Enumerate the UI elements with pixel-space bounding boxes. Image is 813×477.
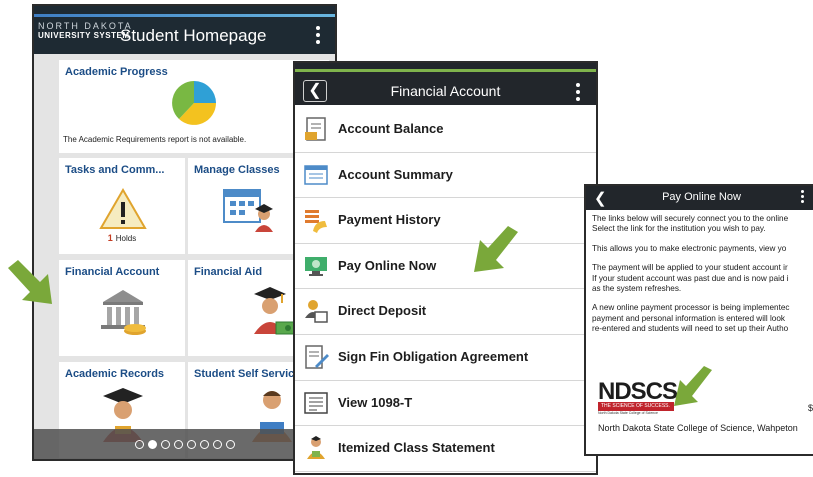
direct-deposit-icon <box>305 300 328 324</box>
tile-title: Financial Aid <box>194 266 263 278</box>
menu-item-label: Itemized Class Statement <box>338 440 495 456</box>
menu-item-direct-deposit[interactable]: Direct Deposit <box>295 289 596 335</box>
menu-item-label: Sign Fin Obligation Agreement <box>338 348 529 364</box>
class-statement-icon <box>307 436 325 460</box>
payment-history-icon <box>305 210 327 234</box>
tax-form-icon <box>304 391 328 414</box>
instruction-line: re-entered and students will need to set… <box>592 324 789 334</box>
menu-item-account-summary[interactable]: Account Summary <box>295 153 596 199</box>
tile-title: Academic Progress <box>65 66 168 78</box>
bank-icon <box>101 290 146 335</box>
instruction-paragraph: This allows you to make electronic payme… <box>592 244 813 254</box>
instruction-line: A new online payment processor is being … <box>592 303 790 313</box>
pointer-arrow-icon <box>8 260 52 304</box>
more-menu-icon[interactable] <box>575 83 581 103</box>
tile-title: Tasks and Comm... <box>65 164 165 176</box>
instruction-line: The links below will securely connect yo… <box>592 214 789 223</box>
menu-item-label: Account Balance <box>338 121 444 136</box>
pay-online-instructions: The links below will securely connect yo… <box>592 214 813 344</box>
instruction-line: The payment will be applied to your stud… <box>592 263 788 273</box>
page-indicator <box>34 429 335 459</box>
pointer-arrow-icon <box>474 226 518 272</box>
instruction-paragraph: The links below will securely connect yo… <box>592 214 813 235</box>
menu-item-itemized-class-statement[interactable]: Itemized Class Statement <box>295 426 596 472</box>
instruction-paragraph: The payment will be applied to your stud… <box>592 263 813 294</box>
holds-count: 1 <box>107 233 113 243</box>
instruction-paragraph: A new online payment processor is being … <box>592 303 813 334</box>
menu-item-sign-fin-obligation[interactable]: Sign Fin Obligation Agreement <box>295 335 596 381</box>
ndscs-logo[interactable]: NDSCS THE SCIENCE OF SUCCESS. North Dako… <box>598 378 678 416</box>
menu-item-payment-history[interactable]: Payment History <box>295 198 596 244</box>
instruction-line: This allows you to make electronic payme… <box>592 243 787 253</box>
page-dot[interactable] <box>199 439 209 449</box>
page-title: Financial Account <box>390 83 501 99</box>
page-dot[interactable] <box>173 439 183 449</box>
page-dot[interactable] <box>225 439 235 449</box>
ndus-logo-line1: NORTH DAKOTA <box>38 21 133 31</box>
tile-title: Manage Classes <box>194 164 280 176</box>
tile-title: Student Self Service <box>194 368 301 380</box>
menu-item-pay-online-now[interactable]: Pay Online Now <box>295 244 596 290</box>
tile-tasks-and-communications[interactable]: Tasks and Comm... 1 Holds <box>59 158 185 254</box>
page-dot[interactable] <box>134 439 144 449</box>
pay-online-icon <box>305 256 327 276</box>
ndscs-logo-tagline: THE SCIENCE OF SUCCESS. <box>598 402 674 411</box>
financial-account-header: ❮ Financial Account <box>295 63 596 105</box>
page-title: Pay Online Now <box>662 191 741 203</box>
financial-account-menu: Account Balance Account Summary Payment … <box>295 107 596 472</box>
student-homepage-screen: NORTH DAKOTA UNIVERSITY SYSTEM Student H… <box>32 4 337 461</box>
holds-label: Holds <box>115 234 137 243</box>
page-dot-active[interactable] <box>147 439 157 449</box>
homepage-header: NORTH DAKOTA UNIVERSITY SYSTEM Student H… <box>34 6 335 54</box>
pay-online-header: ❮ Pay Online Now <box>586 186 813 210</box>
tile-title: Academic Records <box>65 368 165 380</box>
header-accent-stripe <box>295 69 596 72</box>
menu-item-account-balance[interactable]: Account Balance <box>295 107 596 153</box>
menu-item-label: View 1098-T <box>338 394 413 410</box>
tile-financial-account[interactable]: Financial Account <box>59 260 185 356</box>
page-title: Student Homepage <box>120 26 267 45</box>
pay-online-now-screen: ❮ Pay Online Now The links below will se… <box>584 184 813 456</box>
page-dot[interactable] <box>186 439 196 449</box>
ndscs-logo-subtitle: North Dakota State College of Science <box>598 411 658 415</box>
instruction-line: as the system refreshes. <box>592 284 682 294</box>
menu-item-view-1098t[interactable]: View 1098-T <box>295 381 596 427</box>
page-dot[interactable] <box>212 439 222 449</box>
menu-item-label: Payment History <box>338 212 441 228</box>
holds-summary: 1 Holds <box>59 233 185 243</box>
menu-item-label: Pay Online Now <box>338 257 437 273</box>
page-dot[interactable] <box>160 439 170 449</box>
menu-item-label: Account Summary <box>338 166 453 182</box>
warning-icon <box>99 188 147 229</box>
account-summary-icon <box>304 164 328 185</box>
ndus-logo-line2: UNIVERSITY SYSTEM <box>38 31 130 40</box>
account-balance-icon <box>305 117 326 141</box>
instruction-line: If your student account was past due and… <box>592 273 789 283</box>
financial-account-screen: ❮ Financial Account Account Balance Acco… <box>293 61 598 475</box>
more-menu-icon[interactable] <box>799 190 805 206</box>
instruction-line: Select the link for the institution you … <box>592 224 766 234</box>
pie-chart-icon <box>172 81 216 125</box>
pointer-arrow-icon <box>674 366 712 406</box>
academic-requirements-note: The Academic Requirements report is not … <box>63 135 247 144</box>
calendar-student-icon <box>223 189 273 232</box>
institution-name[interactable]: North Dakota State College of Science, W… <box>598 423 798 433</box>
menu-item-label: Direct Deposit <box>338 303 427 319</box>
tile-academic-progress[interactable]: Academic Progress The Academic Requireme… <box>59 60 329 153</box>
tile-title: Financial Account <box>65 266 160 278</box>
instruction-line: payment and personal information is ente… <box>592 313 785 323</box>
more-menu-icon[interactable] <box>315 26 321 46</box>
sign-agreement-icon <box>305 345 329 369</box>
header-accent-stripe <box>34 14 335 17</box>
payment-amount: $ <box>808 403 813 413</box>
